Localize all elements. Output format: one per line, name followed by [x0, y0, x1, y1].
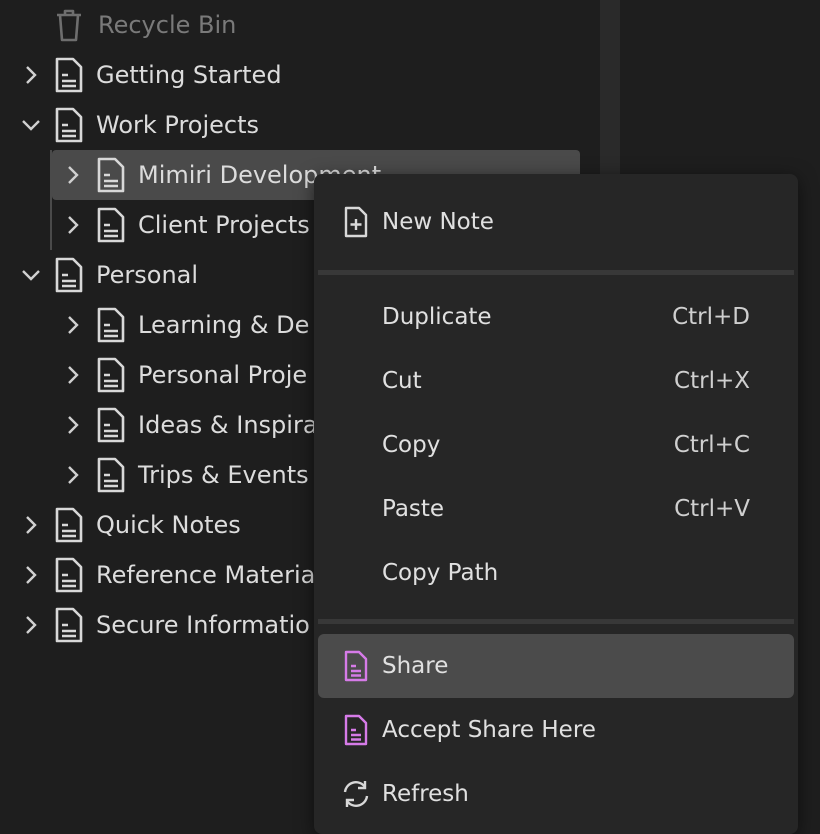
trash-icon — [54, 7, 84, 43]
menu-item-label: Accept Share Here — [382, 717, 596, 743]
menu-item-label: Refresh — [382, 781, 469, 807]
menu-item-label: Cut — [382, 368, 422, 394]
shortcut-label: Ctrl+D — [672, 304, 750, 330]
tree-item-personal[interactable]: Personal — [20, 250, 198, 300]
menu-item-label: New Note — [382, 209, 494, 235]
chevron-right-icon[interactable] — [62, 414, 84, 436]
menu-item-refresh[interactable]: Refresh — [318, 762, 794, 826]
chevron-right-icon[interactable] — [20, 64, 42, 86]
chevron-right-icon[interactable] — [62, 464, 84, 486]
tree-item-reference-material[interactable]: Reference Materia — [20, 550, 315, 600]
tree-item-label: Personal Proje — [138, 361, 308, 389]
shortcut-label: Ctrl+C — [673, 432, 750, 458]
shortcut-label: Ctrl+V — [674, 496, 750, 522]
menu-item-copy-path[interactable]: Copy Path — [318, 541, 794, 605]
menu-item-duplicate[interactable]: Duplicate Ctrl+D — [318, 285, 794, 349]
tree-item-recycle-bin[interactable]: Recycle Bin — [54, 0, 236, 50]
context-menu: New Note Duplicate Ctrl+D Cut Ctrl+X Cop… — [314, 174, 798, 834]
document-icon — [54, 507, 84, 543]
chevron-right-icon[interactable] — [62, 314, 84, 336]
menu-item-label: Copy Path — [382, 560, 499, 586]
menu-item-copy[interactable]: Copy Ctrl+C — [318, 413, 794, 477]
chevron-right-icon[interactable] — [62, 214, 84, 236]
tree-item-personal-projects[interactable]: Personal Proje — [62, 350, 307, 400]
tree-item-label: Work Projects — [96, 111, 260, 139]
menu-item-label: Share — [382, 653, 449, 679]
tree-item-label: Reference Materia — [96, 561, 316, 589]
shortcut-label: Ctrl+X — [674, 368, 750, 394]
document-icon — [54, 257, 84, 293]
document-icon — [96, 457, 126, 493]
chevron-right-icon[interactable] — [20, 564, 42, 586]
tree-item-trips[interactable]: Trips & Events — [62, 450, 309, 500]
document-icon — [54, 57, 84, 93]
menu-item-cut[interactable]: Cut Ctrl+X — [318, 349, 794, 413]
tree-item-label: Ideas & Inspira — [138, 411, 318, 439]
tree-item-label: Quick Notes — [96, 511, 241, 539]
tree-item-client-projects[interactable]: Client Projects — [62, 200, 310, 250]
chevron-down-icon[interactable] — [20, 114, 42, 136]
tree-item-work-projects[interactable]: Work Projects — [20, 100, 259, 150]
tree-item-ideas[interactable]: Ideas & Inspira — [62, 400, 318, 450]
document-icon — [54, 107, 84, 143]
menu-item-accept-share[interactable]: Accept Share Here — [318, 698, 794, 762]
refresh-icon — [340, 778, 372, 810]
document-icon — [54, 557, 84, 593]
chevron-right-icon[interactable] — [62, 164, 84, 186]
chevron-right-icon[interactable] — [20, 514, 42, 536]
menu-item-label: Duplicate — [382, 304, 492, 330]
chevron-right-icon[interactable] — [62, 364, 84, 386]
tree-item-label: Secure Informatio — [96, 611, 310, 639]
document-icon — [54, 607, 84, 643]
document-icon — [96, 407, 126, 443]
document-icon — [96, 357, 126, 393]
tree-item-label: Client Projects — [138, 211, 310, 239]
chevron-right-icon[interactable] — [20, 614, 42, 636]
document-icon — [96, 207, 126, 243]
tree-item-learning[interactable]: Learning & De — [62, 300, 309, 350]
menu-separator — [318, 619, 794, 624]
document-icon — [96, 157, 126, 193]
tree-item-secure-information[interactable]: Secure Informatio — [20, 600, 310, 650]
tree-item-label: Personal — [96, 261, 199, 289]
tree-item-label: Trips & Events — [138, 461, 309, 489]
new-note-icon — [340, 206, 372, 238]
menu-item-share[interactable]: Share — [318, 634, 794, 698]
document-icon — [96, 307, 126, 343]
menu-item-label: Paste — [382, 496, 445, 522]
accept-share-icon — [340, 714, 372, 746]
menu-item-new-note[interactable]: New Note — [318, 190, 794, 254]
tree-item-label: Learning & De — [138, 311, 310, 339]
tree-item-label: Recycle Bin — [98, 11, 237, 39]
tree-item-label: Getting Started — [96, 61, 282, 89]
share-document-icon — [340, 650, 372, 682]
tree-item-quick-notes[interactable]: Quick Notes — [20, 500, 241, 550]
tree-item-getting-started[interactable]: Getting Started — [20, 50, 282, 100]
menu-separator — [318, 270, 794, 275]
chevron-down-icon[interactable] — [20, 264, 42, 286]
menu-item-label: Copy — [382, 432, 441, 458]
menu-item-paste[interactable]: Paste Ctrl+V — [318, 477, 794, 541]
